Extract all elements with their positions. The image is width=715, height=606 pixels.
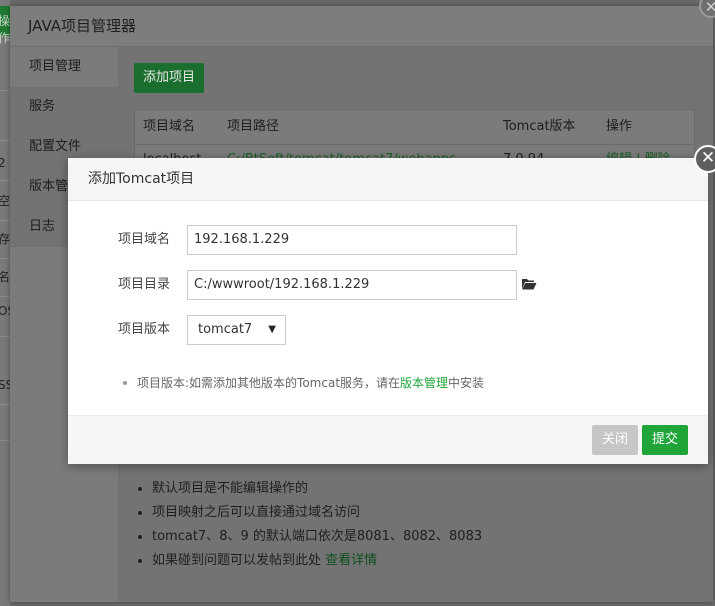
close-icon: ✕ [704,0,715,16]
column-header: 项目路径 [227,119,280,134]
column-header: 项目域名 [143,119,196,134]
nav-item-service[interactable]: 服务 [10,87,118,127]
background-page: 操作 2 空 存 名 OS SS [0,0,15,606]
background-divider [0,90,10,91]
background-fragment: 空 [0,194,11,208]
dialog-close-button[interactable]: ✕ [694,145,715,173]
dialog-footer: 关闭 提交 [68,415,708,464]
background-fragment: 操作 [0,14,11,45]
bullet-icon [123,380,127,385]
view-details-link[interactable]: 查看详情 [325,553,377,568]
folder-open-icon[interactable] [521,277,537,291]
dialog-title: 添加Tomcat项目 [68,158,708,201]
close-icon: ✕ [700,148,715,168]
background-fragment: 名 [0,270,11,284]
version-tip: 项目版本:如需添加其他版本的Tomcat服务，请在版本管理中安装 [123,374,484,391]
tip-text: 项目版本:如需添加其他版本的Tomcat服务，请在 [137,376,401,390]
list-item: 项目映射之后可以直接通过域名访问 [152,501,482,525]
column-header: Tomcat版本 [503,119,576,134]
form-row-domain: 项目域名 [68,225,708,255]
list-item: 如果碰到问题可以发帖到此处 查看详情 [152,549,482,573]
column-header: 操作 [606,119,633,134]
background-divider [0,258,10,259]
background-divider [0,140,10,141]
note-text: tomcat7、8、9 的默认端口依次是8081、8082、8083 [152,529,483,544]
domain-input[interactable] [187,225,517,255]
form-row-version: 项目版本 tomcat7 ▼ [68,315,708,345]
version-label: 项目版本 [118,322,171,337]
note-text: 项目映射之后可以直接通过域名访问 [152,505,361,520]
table-header: 项目域名 项目路径 Tomcat版本 操作 [135,110,694,145]
background-divider [0,440,10,441]
add-project-button[interactable]: 添加项目 [134,63,204,93]
submit-button[interactable]: 提交 [642,425,688,455]
note-text: 如果碰到问题可以发帖到此处 [152,553,326,568]
version-management-link[interactable]: 版本管理 [400,376,448,390]
notes-list: 默认项目是不能编辑操作的 项目映射之后可以直接通过域名访问 tomcat7、8、… [134,477,482,573]
note-text: 默认项目是不能编辑操作的 [152,481,309,496]
domain-label: 项目域名 [118,232,171,247]
close-button[interactable]: 关闭 [592,425,638,455]
background-divider [0,336,10,337]
add-tomcat-project-dialog: 添加Tomcat项目 ✕ 项目域名 项目目录 项目版本 tomcat7 ▼ 项目… [68,145,715,464]
list-item: 默认项目是不能编辑操作的 [152,477,482,501]
window-title: JAVA项目管理器 [10,6,713,47]
background-fragment: 存 [0,232,11,246]
background-divider [0,296,10,297]
background-divider [0,220,10,221]
directory-label: 项目目录 [118,277,171,292]
background-divider [0,180,10,181]
list-item: tomcat7、8、9 的默认端口依次是8081、8082、8083 [152,525,482,549]
nav-item-project-management[interactable]: 项目管理 [10,47,118,87]
background-divider [0,404,10,405]
form-row-directory: 项目目录 [68,270,708,300]
directory-input[interactable] [187,270,517,300]
background-fragment: 2 [0,156,6,170]
version-select[interactable]: tomcat7 ▼ [187,315,286,345]
tip-suffix: 中安装 [448,376,485,390]
dropdown-arrow-icon: ▼ [268,324,276,335]
version-selected-value: tomcat7 [198,322,253,337]
